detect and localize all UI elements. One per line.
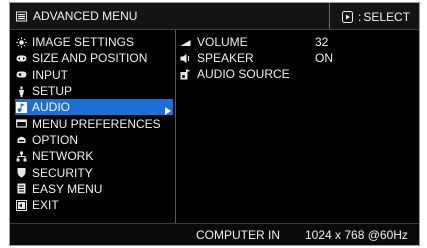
menu-item-image-settings[interactable]: IMAGE SETTINGS bbox=[15, 34, 173, 50]
menu-item-label: MENU PREFERENCES bbox=[32, 116, 161, 131]
setup-icon bbox=[16, 86, 27, 97]
input-icon bbox=[16, 69, 27, 80]
select-colon: : bbox=[358, 9, 362, 24]
submenu-item-speaker[interactable]: SPEAKER ON bbox=[178, 50, 418, 66]
menu-item-label: INPUT bbox=[32, 67, 68, 82]
resize-icon bbox=[16, 53, 27, 64]
menu-item-label: SECURITY bbox=[32, 165, 93, 180]
menu-item-label: SETUP bbox=[32, 84, 73, 99]
menu-item-size-and-position[interactable]: SIZE AND POSITION bbox=[15, 50, 173, 66]
submenu-item-label: AUDIO SOURCE bbox=[197, 67, 290, 81]
menu-item-network[interactable]: NETWORK bbox=[15, 148, 173, 164]
submenu-item-audio-source[interactable]: AUDIO SOURCE bbox=[178, 66, 418, 82]
network-icon bbox=[16, 151, 27, 162]
menu-header: ADVANCED MENU : SELECT bbox=[10, 3, 419, 30]
status-footer: COMPUTER IN 1024 x 768 @60Hz bbox=[10, 223, 419, 245]
select-button-icon bbox=[342, 10, 356, 23]
menu-item-exit[interactable]: EXIT bbox=[15, 197, 173, 213]
menu-title: ADVANCED MENU bbox=[33, 9, 138, 23]
speaker-value: ON bbox=[315, 51, 333, 65]
projector-osd-menu: ADVANCED MENU : SELECT IMAGE SETTINGS SI… bbox=[9, 2, 420, 246]
volume-value: 32 bbox=[315, 35, 329, 49]
menu-item-label: SIZE AND POSITION bbox=[32, 51, 148, 66]
menu-item-option[interactable]: OPTION bbox=[15, 132, 173, 148]
menu-item-input[interactable]: INPUT bbox=[15, 67, 173, 83]
menu-divider bbox=[175, 30, 176, 223]
menu-item-label: EASY MENU bbox=[32, 181, 103, 196]
menu-item-menu-preferences[interactable]: MENU PREFERENCES bbox=[15, 115, 173, 131]
speaker-icon bbox=[180, 53, 191, 64]
volume-icon bbox=[180, 37, 191, 48]
main-menu-list: IMAGE SETTINGS SIZE AND POSITION INPUT S… bbox=[15, 34, 173, 213]
menu-item-label: NETWORK bbox=[32, 149, 94, 164]
submenu-item-label: VOLUME bbox=[197, 35, 248, 49]
input-source-label: COMPUTER IN bbox=[196, 228, 280, 242]
menu-item-setup[interactable]: SETUP bbox=[15, 83, 173, 99]
header-title-area: ADVANCED MENU bbox=[10, 3, 175, 30]
select-label: SELECT bbox=[363, 9, 411, 24]
select-hint: : SELECT bbox=[329, 3, 419, 30]
menu-list-icon bbox=[16, 11, 27, 22]
shield-icon bbox=[16, 167, 27, 178]
menu-item-label: AUDIO bbox=[32, 100, 71, 115]
menu-item-audio[interactable]: AUDIO bbox=[15, 99, 173, 116]
menu-item-label: EXIT bbox=[32, 198, 59, 213]
menu-item-label: IMAGE SETTINGS bbox=[32, 35, 135, 50]
menu-item-security[interactable]: SECURITY bbox=[15, 164, 173, 180]
window-icon bbox=[16, 118, 27, 129]
option-icon bbox=[16, 134, 27, 145]
signal-format-label: 1024 x 768 @60Hz bbox=[305, 228, 408, 242]
menu-item-easy-menu[interactable]: EASY MENU bbox=[15, 181, 173, 197]
sun-icon bbox=[16, 36, 27, 48]
easy-menu-icon bbox=[16, 183, 27, 194]
music-note-icon bbox=[16, 101, 27, 113]
audio-submenu: VOLUME 32 SPEAKER ON AUDIO SOURCE bbox=[178, 34, 418, 82]
menu-item-label: OPTION bbox=[32, 132, 79, 147]
exit-icon bbox=[16, 199, 27, 211]
submenu-item-label: SPEAKER bbox=[197, 51, 254, 65]
submenu-item-volume[interactable]: VOLUME 32 bbox=[178, 34, 418, 50]
audio-source-icon bbox=[180, 69, 191, 80]
